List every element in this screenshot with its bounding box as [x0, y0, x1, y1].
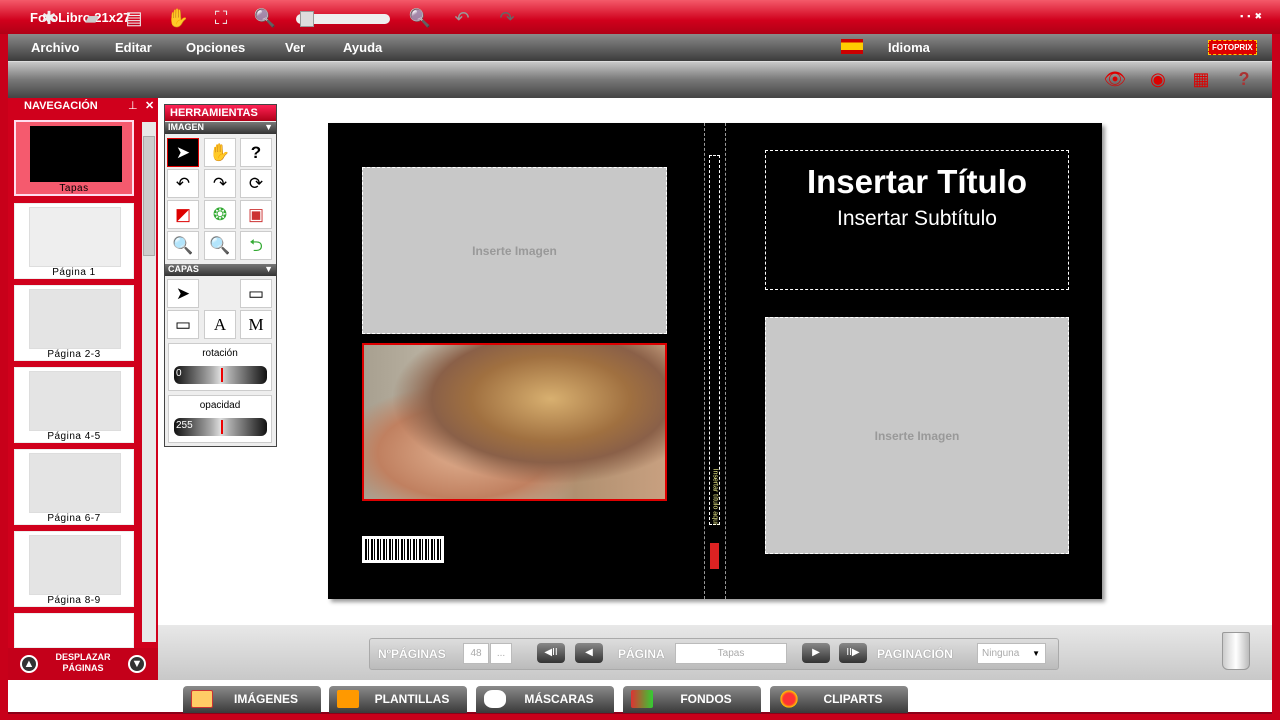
redo-icon[interactable]: ↷	[494, 6, 520, 30]
spine-text: Insertar título aquí	[711, 468, 719, 525]
navigation-scrollbar[interactable]	[142, 122, 156, 642]
tab-cliparts[interactable]: CLIPARTS	[770, 686, 908, 713]
first-page-button[interactable]: ◀II	[537, 643, 565, 663]
menu-ver[interactable]: Ver	[285, 40, 305, 55]
trash-icon[interactable]	[1222, 632, 1250, 670]
page-field[interactable]: Tapas	[675, 643, 787, 664]
zoom-in-icon[interactable]: 🔍	[407, 6, 433, 30]
cover-title[interactable]: Insertar Título	[766, 163, 1068, 201]
menu-archivo[interactable]: Archivo	[31, 40, 79, 55]
color-adjust-icon[interactable]: ❂	[204, 200, 236, 229]
zoom-slider-thumb[interactable]	[300, 11, 314, 27]
page-thumb-4-5[interactable]: Página 4-5	[14, 367, 134, 443]
next-page-button[interactable]: ▶	[802, 643, 830, 663]
scroll-up-button[interactable]: ▲	[20, 655, 38, 673]
page-thumb-2-3[interactable]: Página 2-3	[14, 285, 134, 361]
opacity-label: opacidad	[199, 400, 241, 411]
opacity-control: opacidad 255	[168, 395, 272, 443]
spine-guide-right	[725, 123, 726, 599]
menu-ayuda[interactable]: Ayuda	[343, 40, 382, 55]
window-title: FotoLibro 21x27	[0, 0, 1280, 34]
preview-book-icon[interactable]: 👁	[1102, 66, 1128, 92]
pagination-select[interactable]: Ninguna ▼	[977, 643, 1046, 664]
image-placeholder-back[interactable]: Inserte Imagen	[362, 167, 667, 334]
help-question-icon[interactable]: ?	[240, 138, 272, 167]
open-folder-icon[interactable]: ▰	[79, 6, 105, 30]
rotation-control: rotación 0	[168, 343, 272, 391]
undo-icon[interactable]: ↶	[449, 6, 475, 30]
page-thumb-next[interactable]	[14, 613, 134, 648]
pan-hand-icon[interactable]: ✋	[165, 6, 191, 30]
select-arrow-icon[interactable]: ➤	[167, 138, 199, 167]
flip-icon[interactable]: ⟳	[240, 169, 272, 198]
tab-templates[interactable]: PLANTILLAS	[329, 686, 467, 713]
save-icon[interactable]: ▤	[121, 6, 147, 30]
prev-page-button[interactable]: ◀	[575, 643, 603, 663]
crop-icon[interactable]: ◩	[167, 200, 199, 229]
zoom-out-icon[interactable]: 🔍	[252, 6, 278, 30]
fotoprix-logo: FOTOPRIX	[1208, 40, 1257, 55]
last-page-button[interactable]: II▶	[839, 643, 867, 663]
rotate-left-icon[interactable]: ↶	[167, 169, 199, 198]
num-pages-label: NºPÁGINAS	[378, 647, 446, 661]
order-book-icon[interactable]: ▦	[1188, 66, 1214, 92]
layers-section-header[interactable]: CAPAS ▼	[165, 264, 276, 276]
fit-screen-icon[interactable]: ⛶	[208, 6, 234, 30]
add-image-layer-icon[interactable]: ▭	[167, 310, 199, 339]
pagination-label: PAGINACIÓN	[877, 647, 953, 661]
title-box[interactable]: Insertar Título Insertar Subtítulo	[765, 150, 1069, 290]
zoom-in-tool-icon[interactable]: 🔍	[167, 231, 199, 260]
rotate-right-icon[interactable]: ↷	[204, 169, 236, 198]
rotation-dial[interactable]: 0	[174, 366, 267, 384]
replace-image-icon[interactable]: ⮌	[240, 231, 272, 260]
zoom-out-tool-icon[interactable]: 🔍	[204, 231, 236, 260]
add-mask-layer-icon[interactable]: M	[240, 310, 272, 339]
menu-editar[interactable]: Editar	[115, 40, 152, 55]
new-album-icon[interactable]: ✱	[36, 6, 62, 30]
close-icon[interactable]: ✕	[145, 99, 154, 112]
help-icon[interactable]: ?	[1231, 66, 1257, 92]
page-thumb-6-7[interactable]: Página 6-7	[14, 449, 134, 525]
tab-masks[interactable]: MÁSCARAS	[476, 686, 614, 713]
opacity-dial[interactable]: 255	[174, 418, 267, 436]
barcode	[362, 536, 444, 563]
selected-photo[interactable]	[362, 343, 667, 501]
delete-layer-icon[interactable]: ▭	[240, 279, 272, 308]
page-thumb-8-9[interactable]: Página 8-9	[14, 531, 134, 607]
cover-subtitle[interactable]: Insertar Subtítulo	[766, 207, 1068, 231]
page-thumb-1[interactable]: Página 1	[14, 203, 134, 279]
window-controls[interactable]: ▪▪✖	[1240, 11, 1266, 22]
navigation-title: NAVEGACIÓN	[24, 100, 98, 112]
menu-opciones[interactable]: Opciones	[186, 40, 245, 55]
page-label: PÁGINA	[618, 647, 665, 661]
page-thumb-tapas[interactable]: Tapas	[14, 120, 134, 196]
image-section-header[interactable]: IMAGEN ▼	[165, 122, 276, 134]
pin-icon[interactable]: ⊥	[128, 99, 138, 112]
toolbar	[8, 62, 1272, 98]
image-placeholder-front[interactable]: Inserte Imagen	[765, 317, 1069, 554]
language-menu[interactable]: Idioma	[888, 40, 930, 55]
rotation-label: rotación	[202, 348, 238, 359]
move-layer-icon[interactable]: ➤	[167, 279, 199, 308]
spine-logo	[710, 543, 719, 569]
num-pages-field[interactable]: 48	[463, 643, 489, 664]
tab-backgrounds[interactable]: FONDOS	[623, 686, 761, 713]
red-eye-icon[interactable]: ▣	[240, 200, 272, 229]
tools-title: HERRAMIENTAS	[165, 105, 276, 121]
scroll-down-button[interactable]: ▼	[128, 655, 146, 673]
tab-images[interactable]: IMÁGENES	[183, 686, 321, 713]
num-pages-more-button[interactable]: ...	[490, 643, 512, 664]
spine-guide-left	[704, 123, 705, 599]
add-text-layer-icon[interactable]: A	[204, 310, 236, 339]
burn-cd-icon[interactable]: ◉	[1145, 66, 1171, 92]
hand-icon[interactable]: ✋	[204, 138, 236, 167]
spain-flag-icon[interactable]	[841, 39, 863, 54]
